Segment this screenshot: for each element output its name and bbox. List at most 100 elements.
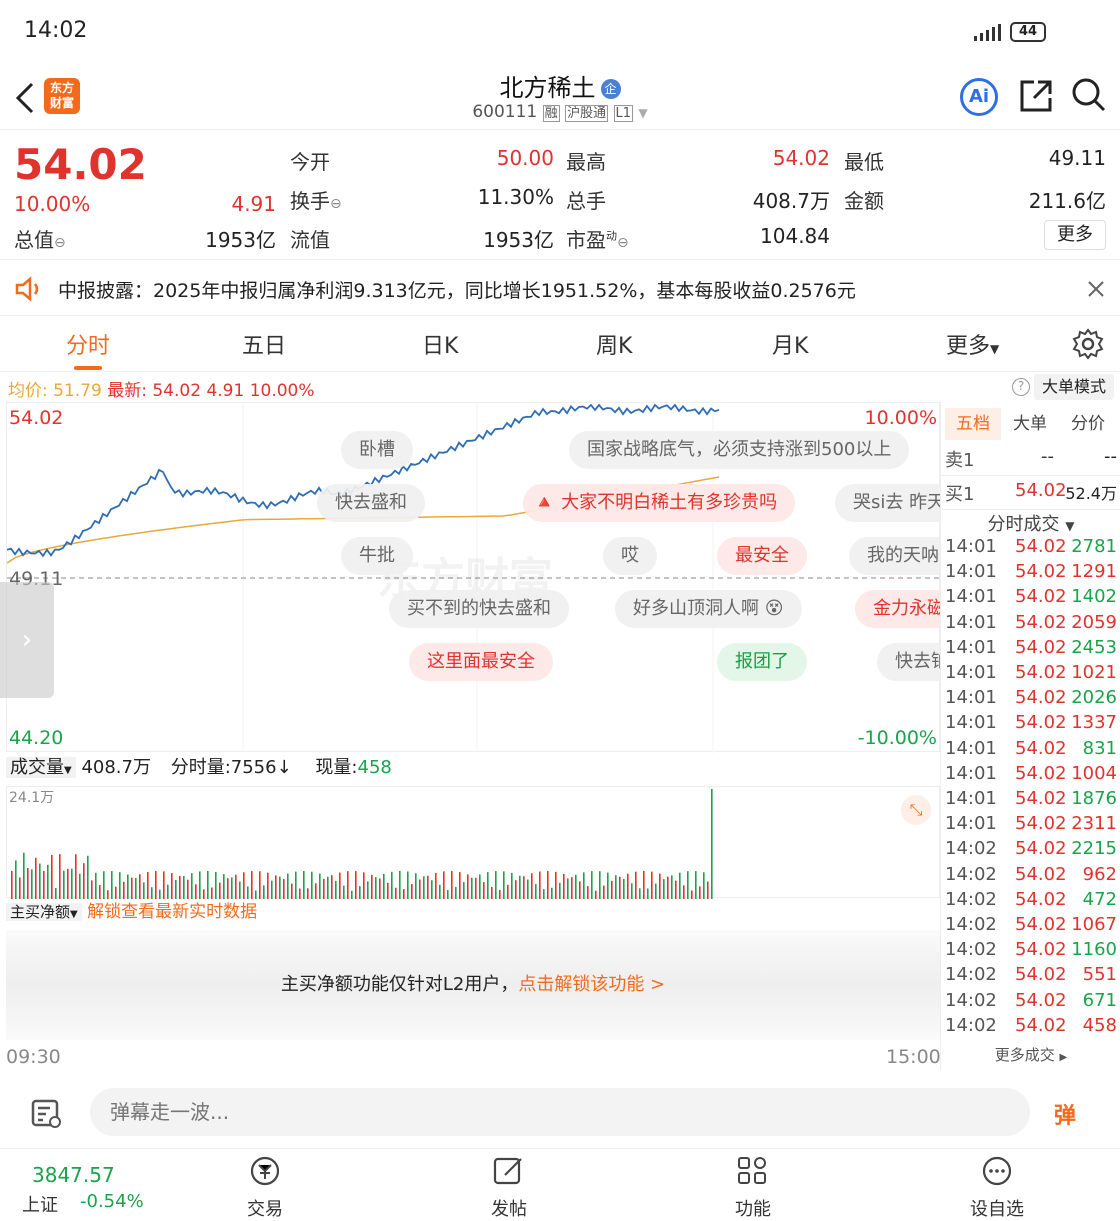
low-label: 最低 <box>844 150 884 174</box>
danmaku-send-button[interactable]: 弹 <box>1054 1098 1076 1130</box>
danmaku-bubble[interactable]: 哎 <box>603 537 657 575</box>
danmaku-bubble[interactable]: 买不到的快去盛和 <box>389 590 569 628</box>
trade-time: 14:01 <box>945 712 997 734</box>
ai-button[interactable]: Ai <box>960 78 998 116</box>
total-value-label[interactable]: 总值⊖ <box>14 224 66 253</box>
pe-label[interactable]: 市盈动⊖ <box>566 224 629 253</box>
tab-more[interactable]: 更多▼ <box>946 328 999 360</box>
volume-chart[interactable]: 24.1万 ⤡ <box>6 786 940 899</box>
volume-bar <box>575 874 577 899</box>
danmaku-bubble[interactable]: 快去铂 <box>877 643 941 681</box>
trades-header[interactable]: 分时成交 ▼ <box>941 510 1120 536</box>
danmaku-bubble[interactable]: 牛批 <box>341 537 413 575</box>
close-icon[interactable] <box>1086 279 1106 303</box>
trade-price: 54.02 <box>1015 1014 1067 1036</box>
unlock-function-link[interactable]: 点击解锁该功能 > <box>518 974 665 995</box>
chart-tabs: 分时 五日 日K 周K 月K 更多▼ <box>0 316 1120 372</box>
side-expand-handle[interactable]: › <box>0 582 54 698</box>
volume-bar <box>291 883 293 899</box>
trade-volume: 472 <box>1082 888 1117 910</box>
danmaku-bubble[interactable]: 🔺 大家不明白稀土有多珍贵吗 <box>523 484 796 522</box>
tab-big-order[interactable]: 大单 <box>1013 408 1047 440</box>
danmaku-bubble[interactable]: 我的天呐 <box>849 537 941 575</box>
danmaku-bubble[interactable]: 卧槽 <box>341 431 413 469</box>
trade-volume: 1291 <box>1071 561 1117 583</box>
volume-bar <box>579 881 581 899</box>
index-pct[interactable]: -0.54% <box>80 1191 144 1212</box>
volume-bar <box>143 882 145 899</box>
danmaku-bubble[interactable]: 国家战略底气，必须支持涨到500以上 <box>569 431 910 469</box>
enterprise-badge: 企 <box>600 79 621 99</box>
volume-bar <box>199 871 201 899</box>
caret-right-icon: ▶ <box>1059 1052 1068 1063</box>
volume-bar <box>335 880 337 899</box>
more-button[interactable]: 更多 <box>1044 220 1106 250</box>
volume-bar <box>15 860 17 899</box>
turnover-label[interactable]: 换手⊖ <box>290 185 342 214</box>
volume-bar <box>243 872 245 899</box>
volume-bar <box>367 881 369 899</box>
settings-icon[interactable] <box>1072 328 1104 364</box>
volume-bar <box>535 884 537 899</box>
info-icon: ⊖ <box>330 196 342 212</box>
volume-bar <box>623 878 625 899</box>
index-value[interactable]: 3847.57 <box>32 1163 115 1187</box>
index-name[interactable]: 上证 <box>22 1191 58 1217</box>
danmaku-bubble[interactable]: 金力永磁 <box>855 590 941 628</box>
search-icon[interactable] <box>1070 76 1108 118</box>
tab-monthk[interactable]: 月K <box>772 328 808 360</box>
tab-five-levels[interactable]: 五档 <box>945 408 1001 440</box>
tab-fenshi[interactable]: 分时 <box>66 328 110 360</box>
more-trades-link[interactable]: 更多成交 ▶ <box>941 1044 1120 1065</box>
volume-bar <box>147 872 149 899</box>
tab-price-dist[interactable]: 分价 <box>1071 408 1105 440</box>
danmaku-bubble[interactable]: 快去盛和 <box>317 484 425 522</box>
title-row: 北方稀土 企 <box>0 68 1120 103</box>
trade-time: 14:01 <box>945 687 997 709</box>
price-chart[interactable]: 东方财富 54.02 49.11 44.20 10.00% -10.00% 卧槽… <box>6 402 941 753</box>
expand-icon[interactable]: ⤡ <box>901 795 931 825</box>
volume-bar <box>419 879 421 899</box>
trade-price: 54.02 <box>1015 737 1067 759</box>
volume-bar <box>515 880 517 899</box>
volume-bar <box>671 875 673 899</box>
tab-dayk[interactable]: 日K <box>422 328 458 360</box>
big-order-mode-button[interactable]: 大单模式 <box>1034 374 1114 400</box>
volume-bar <box>703 872 705 899</box>
danmaku-bubble[interactable]: 报团了 <box>717 643 807 681</box>
volume-bar <box>507 884 509 899</box>
volume-selector[interactable]: 成交量▼ <box>6 757 76 778</box>
nav-function[interactable]: 功能 <box>708 1155 798 1221</box>
notice-text: 中报披露：2025年中报归属净利润9.313亿元，同比增长1951.52%，基本… <box>58 280 856 302</box>
share-icon[interactable] <box>1018 78 1054 118</box>
unlock-link[interactable]: 解锁查看最新实时数据 <box>87 902 257 922</box>
volume-bar <box>663 879 665 899</box>
danmaku-input[interactable] <box>90 1088 1030 1136</box>
volume-bar <box>571 877 573 899</box>
danmaku-bubble[interactable]: 这里面最安全 <box>409 643 553 681</box>
net-buy-selector[interactable]: 主买净额▼ <box>6 903 82 921</box>
nav-trade[interactable]: 交易 <box>220 1155 310 1221</box>
nav-post[interactable]: 发帖 <box>464 1155 554 1221</box>
volume-bar <box>239 881 241 899</box>
more-dots-icon <box>982 1156 1012 1186</box>
volume-bar <box>631 883 633 899</box>
nav-function-label: 功能 <box>735 1199 771 1220</box>
volume-bar <box>11 871 13 899</box>
help-icon[interactable]: ? <box>1012 378 1030 396</box>
volume-bar <box>223 874 225 899</box>
volume-bar <box>339 872 341 899</box>
danmaku-bubble[interactable]: 最安全 <box>717 537 807 575</box>
notice-bar[interactable]: 中报披露：2025年中报归属净利润9.313亿元，同比增长1951.52%，基本… <box>0 262 1120 316</box>
danmaku-bubble[interactable]: 哭si去 昨天 <box>835 484 941 522</box>
trade-row: 14:01 54.02 1337 <box>941 712 1120 737</box>
tab-weekk[interactable]: 周K <box>596 328 632 360</box>
nav-add-watchlist[interactable]: 设自选 <box>952 1155 1042 1221</box>
volume-bar <box>39 863 41 899</box>
trade-volume: 831 <box>1082 737 1117 759</box>
list-settings-icon[interactable] <box>30 1098 64 1134</box>
tab-5day[interactable]: 五日 <box>242 328 286 360</box>
danmaku-bubble[interactable]: 好多山顶洞人啊 😵 <box>615 590 802 628</box>
volume-bar <box>591 871 593 899</box>
dropdown-icon[interactable]: ▼ <box>638 106 647 120</box>
